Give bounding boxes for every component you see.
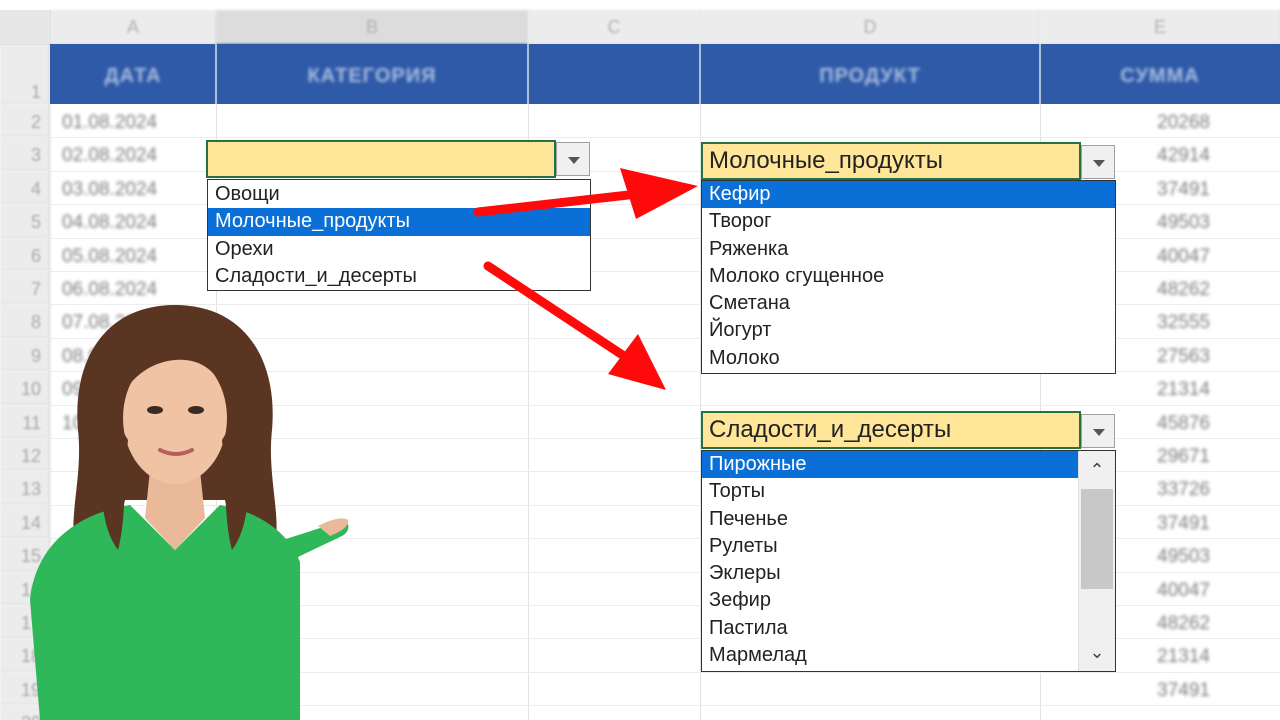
red-arrow-icon [483, 261, 666, 390]
presenter-photo [30, 305, 349, 720]
spreadsheet: A B C D E 123456789101112131415161718192… [0, 0, 1280, 720]
red-arrow-icon [473, 168, 698, 219]
